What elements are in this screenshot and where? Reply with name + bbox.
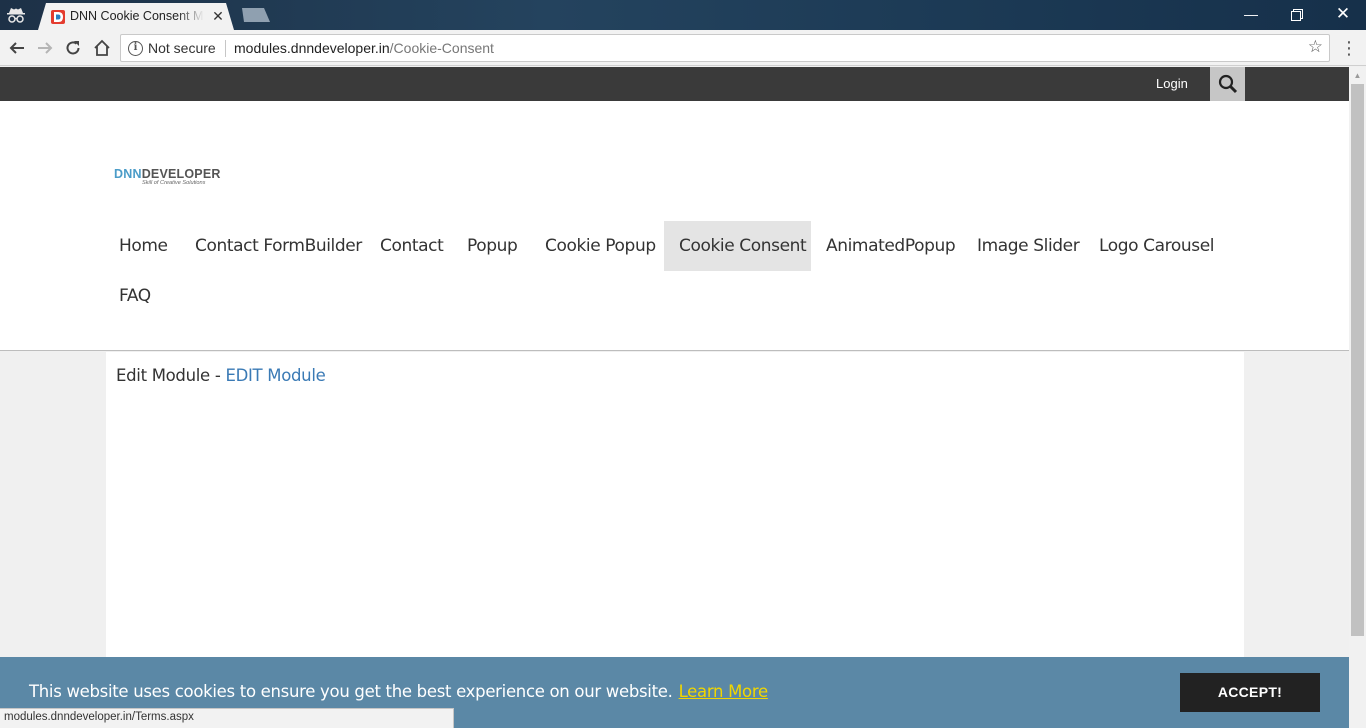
edit-module-heading: Edit Module - EDIT Module	[116, 366, 326, 385]
edit-module-link[interactable]: EDIT Module	[225, 366, 325, 385]
browser-toolbar: i Not secure modules.dnndeveloper.in/Coo…	[0, 30, 1366, 66]
close-window-icon[interactable]: ✕	[1320, 0, 1366, 30]
bookmark-star-icon[interactable]: ☆	[1308, 37, 1323, 57]
tab-title: DNN Cookie Consent Module	[70, 9, 204, 23]
login-link[interactable]: Login	[1156, 76, 1188, 91]
scrollbar-thumb[interactable]	[1351, 84, 1364, 636]
menu-item-contact[interactable]: Contact	[365, 221, 458, 271]
browser-tab[interactable]: DNN Cookie Consent Module ✕	[38, 3, 234, 30]
site-topbar: Login	[0, 67, 1349, 101]
edit-module-prefix: Edit Module -	[116, 366, 226, 385]
back-icon[interactable]	[3, 34, 31, 62]
site-logo[interactable]: DNNDEVELOPER Skill of Creative Solutions	[114, 167, 224, 191]
browser-menu-icon[interactable]: ⋮	[1340, 34, 1358, 62]
search-icon	[1218, 74, 1238, 94]
logo-wordmark: DNNDEVELOPER	[114, 167, 221, 181]
reload-icon[interactable]	[59, 34, 87, 62]
menu-item-faq[interactable]: FAQ	[104, 271, 166, 321]
omnibox-divider	[225, 40, 226, 57]
tab-close-icon[interactable]: ✕	[210, 8, 226, 24]
menu-item-image-slider[interactable]: Image Slider	[962, 221, 1094, 271]
forward-icon[interactable]	[31, 34, 59, 62]
menu-item-home[interactable]: Home	[104, 221, 183, 271]
url-text[interactable]: modules.dnndeveloper.in/Cookie-Consent	[234, 40, 494, 56]
menu-item-logo-carousel[interactable]: Logo Carousel	[1084, 221, 1229, 271]
site-header: DNNDEVELOPER Skill of Creative Solutions…	[0, 101, 1349, 351]
info-icon[interactable]: i	[128, 41, 143, 56]
dnn-favicon-icon	[50, 9, 66, 25]
cookie-message-text: This website uses cookies to ensure you …	[29, 682, 673, 701]
browser-titlebar: DNN Cookie Consent Module ✕ — ✕	[0, 0, 1366, 30]
cookie-message: This website uses cookies to ensure you …	[29, 682, 768, 701]
scroll-up-arrow-icon[interactable]: ▲	[1349, 67, 1366, 84]
minimize-icon[interactable]: —	[1228, 0, 1274, 30]
restore-icon[interactable]	[1274, 0, 1320, 30]
content-pane: Edit Module - EDIT Module	[106, 352, 1244, 682]
security-label[interactable]: Not secure	[148, 40, 216, 56]
search-button[interactable]	[1210, 67, 1245, 101]
menu-item-cookie-consent[interactable]: Cookie Consent	[664, 221, 811, 271]
incognito-icon	[6, 6, 26, 24]
status-url-bubble: modules.dnndeveloper.in/Terms.aspx	[0, 708, 454, 728]
logo-tagline: Skill of Creative Solutions	[142, 180, 206, 186]
menu-item-animatedpopup[interactable]: AnimatedPopup	[811, 221, 970, 271]
page-viewport: Login DNNDEVELOPER Skill of Creative Sol…	[0, 67, 1349, 728]
menu-item-contact-formbuilder[interactable]: Contact FormBuilder	[180, 221, 377, 271]
accept-cookies-button[interactable]: ACCEPT!	[1180, 673, 1320, 712]
url-host: modules.dnndeveloper.in	[234, 40, 390, 56]
home-icon[interactable]	[88, 34, 116, 62]
menu-item-popup[interactable]: Popup	[452, 221, 532, 271]
url-path: /Cookie-Consent	[389, 40, 494, 56]
address-bar[interactable]: i Not secure modules.dnndeveloper.in/Coo…	[120, 34, 1330, 62]
page-scrollbar[interactable]: ▲	[1349, 67, 1366, 728]
learn-more-link[interactable]: Learn More	[679, 682, 769, 701]
menu-item-cookie-popup[interactable]: Cookie Popup	[530, 221, 671, 271]
new-tab-button[interactable]	[242, 8, 270, 22]
